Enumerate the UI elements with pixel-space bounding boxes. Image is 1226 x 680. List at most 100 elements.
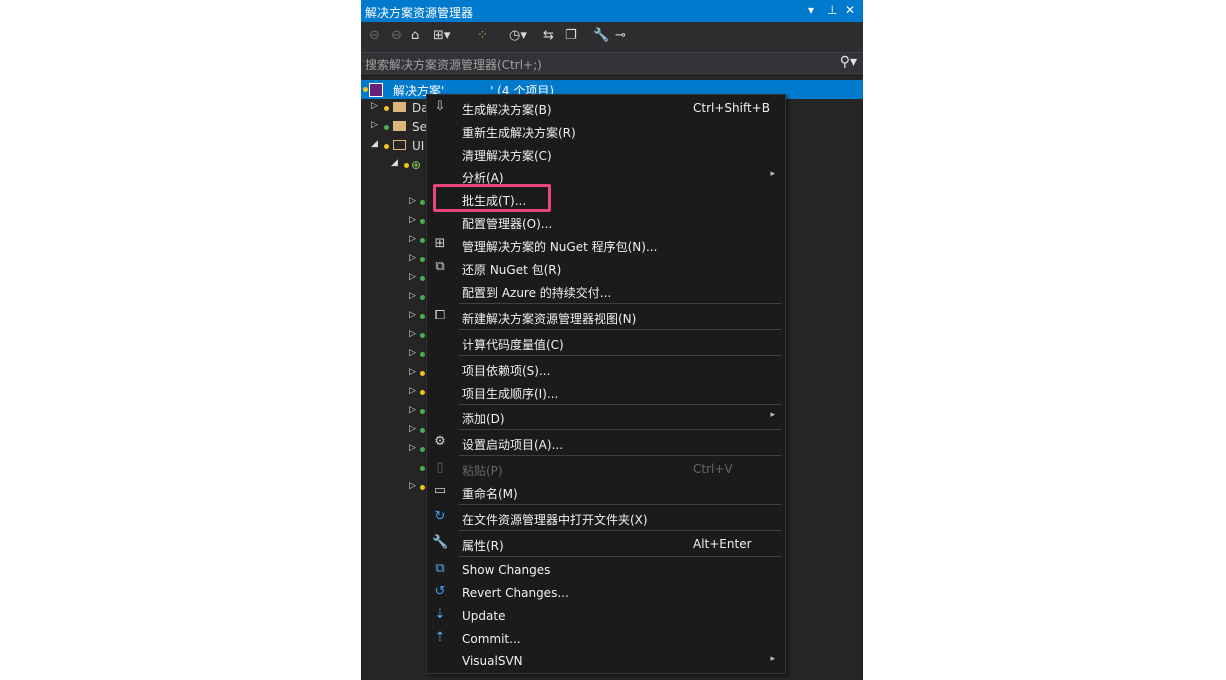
menu-item-label: Show Changes [462, 563, 551, 577]
menu-item-shortcut: Ctrl+V [693, 462, 733, 476]
dropdown-icon[interactable]: ▾ [808, 3, 814, 17]
expand-arrow-icon[interactable]: ▷ [409, 215, 416, 225]
expand-arrow-icon[interactable]: ▷ [409, 291, 416, 301]
new-view-icon: ⧠ [434, 308, 446, 323]
menu-item-project-build-order[interactable]: 项目生成顺序(I)... [427, 380, 785, 403]
menu-item-configuration-manager[interactable]: 配置管理器(O)... [427, 210, 785, 233]
submenu-arrow-icon: ▸ [770, 410, 775, 420]
menu-item-set-startup-projects[interactable]: ⚙ 设置启动项目(A)... [427, 431, 785, 454]
menu-item-properties[interactable]: 🔧 属性(R) Alt+Enter [427, 532, 785, 555]
menu-item-rebuild-solution[interactable]: 重新生成解决方案(R) [427, 119, 785, 142]
home-icon[interactable]: ⌂ [411, 28, 419, 43]
expand-arrow-icon[interactable]: ▷ [409, 234, 416, 244]
forward-icon[interactable]: ⊖ [391, 28, 402, 43]
history-icon[interactable]: ◷▾ [509, 28, 527, 43]
expand-arrow-icon[interactable]: ▷ [409, 310, 416, 320]
menu-item-label: 属性(R) [462, 539, 504, 553]
switch-views-icon[interactable]: ⊞▾ [433, 28, 450, 43]
menu-item-visualsvn[interactable]: VisualSVN ▸ [427, 649, 785, 672]
status-dot [363, 87, 368, 92]
menu-item-clean-solution[interactable]: 清理解决方案(C) [427, 142, 785, 165]
expand-arrow-icon[interactable]: ▷ [371, 120, 378, 130]
sync-icon[interactable]: ⇆ [543, 28, 554, 43]
menu-item-label: 生成解决方案(B) [462, 103, 552, 117]
menu-separator [459, 556, 781, 557]
search-input[interactable]: 搜索解决方案资源管理器(Ctrl+;) [365, 56, 542, 73]
submenu-arrow-icon: ▸ [770, 654, 775, 664]
menu-item-rename[interactable]: ▭ 重命名(M) [427, 480, 785, 503]
menu-item-label: VisualSVN [462, 654, 523, 668]
menu-item-paste[interactable]: ▯ 粘贴(P) Ctrl+V [427, 457, 785, 480]
back-icon[interactable]: ⊖ [369, 28, 380, 43]
expand-arrow-icon[interactable]: ▷ [409, 424, 416, 434]
expand-arrow-icon[interactable]: ▷ [409, 272, 416, 282]
menu-item-label: Commit... [462, 632, 521, 646]
menu-item-open-in-file-explorer[interactable]: ↻ 在文件资源管理器中打开文件夹(X) [427, 506, 785, 529]
status-dot [384, 125, 389, 130]
context-menu: ⇩ 生成解决方案(B) Ctrl+Shift+B 重新生成解决方案(R) 清理解… [426, 94, 786, 674]
folder-icon [393, 121, 406, 131]
menu-separator [459, 504, 781, 505]
menu-item-commit[interactable]: ⇡ Commit... [427, 627, 785, 650]
solution-explorer-toolbar: ⊖ ⊖ ⌂ ⊞▾ ⁘ ◷▾ ⇆ ❐ 🔧 ⊸ [361, 22, 863, 52]
tree-item-web-project[interactable]: ◢ ⊕ [391, 156, 431, 175]
status-dot [420, 428, 425, 433]
close-icon[interactable]: ✕ [845, 3, 855, 17]
pin-panel-icon[interactable]: ⊥ [827, 3, 837, 17]
pending-changes-filter-icon[interactable]: ⁘ [477, 28, 488, 43]
menu-item-label: 清理解决方案(C) [462, 149, 552, 163]
menu-separator [459, 355, 781, 356]
highlight-box [433, 184, 551, 212]
collapse-all-icon[interactable]: ❐ [565, 28, 577, 43]
tree-item-project[interactable]: ◢ UI [371, 137, 431, 156]
expand-arrow-icon[interactable]: ▷ [409, 196, 416, 206]
collapse-arrow-icon[interactable]: ◢ [391, 158, 398, 168]
open-folder-icon [393, 140, 406, 150]
search-box[interactable]: 搜索解决方案资源管理器(Ctrl+;) ⚲▾ [361, 52, 863, 74]
menu-item-manage-nuget[interactable]: ⊞ 管理解决方案的 NuGet 程序包(N)... [427, 233, 785, 256]
show-changes-icon: ⧉ [435, 561, 445, 576]
menu-item-revert-changes[interactable]: ↺ Revert Changes... [427, 581, 785, 604]
wrench-icon: 🔧 [432, 535, 449, 550]
rename-icon: ▭ [433, 483, 447, 498]
menu-item-show-changes[interactable]: ⧉ Show Changes [427, 558, 785, 581]
menu-item-build-solution[interactable]: ⇩ 生成解决方案(B) Ctrl+Shift+B [427, 96, 785, 119]
status-dot [420, 295, 425, 300]
menu-item-new-explorer-view[interactable]: ⧠ 新建解决方案资源管理器视图(N) [427, 305, 785, 328]
menu-item-restore-nuget[interactable]: ⧉ 还原 NuGet 包(R) [427, 256, 785, 279]
tree-item-project[interactable]: ▷ Se [371, 118, 431, 137]
menu-item-azure-delivery[interactable]: 配置到 Azure 的持续交付... [427, 279, 785, 302]
menu-separator [459, 530, 781, 531]
pin-icon[interactable]: ⊸ [615, 28, 626, 43]
expand-arrow-icon[interactable]: ▷ [409, 443, 416, 453]
menu-item-code-metrics[interactable]: 计算代码度量值(C) [427, 331, 785, 354]
status-dot [384, 106, 389, 111]
menu-item-label: 在文件资源管理器中打开文件夹(X) [462, 513, 648, 527]
status-dot [420, 257, 425, 262]
search-icon[interactable]: ⚲▾ [840, 54, 857, 70]
expand-arrow-icon[interactable]: ▷ [409, 405, 416, 415]
expand-arrow-icon[interactable]: ▷ [409, 481, 416, 491]
tree-item-project[interactable]: ▷ Da [371, 99, 431, 118]
menu-item-update[interactable]: ⇣ Update [427, 604, 785, 627]
menu-item-label: Revert Changes... [462, 586, 569, 600]
expand-arrow-icon[interactable]: ▷ [409, 348, 416, 358]
expand-arrow-icon[interactable]: ▷ [409, 386, 416, 396]
menu-item-label: 管理解决方案的 NuGet 程序包(N)... [462, 240, 658, 254]
properties-icon[interactable]: 🔧 [593, 28, 609, 43]
menu-separator [459, 303, 781, 304]
menu-item-label: 设置启动项目(A)... [462, 438, 564, 452]
expand-arrow-icon[interactable]: ▷ [409, 253, 416, 263]
status-dot [420, 390, 425, 395]
menu-separator [459, 429, 781, 430]
build-icon: ⇩ [434, 99, 446, 114]
expand-arrow-icon[interactable]: ▷ [371, 101, 378, 111]
collapse-arrow-icon[interactable]: ◢ [371, 139, 378, 149]
panel-title: 解决方案资源管理器 [365, 6, 474, 20]
status-dot [420, 466, 425, 471]
expand-arrow-icon[interactable]: ▷ [409, 367, 416, 377]
expand-arrow-icon[interactable]: ▷ [409, 329, 416, 339]
menu-item-add[interactable]: 添加(D) ▸ [427, 405, 785, 428]
menu-item-shortcut: Alt+Enter [693, 537, 752, 551]
menu-item-project-dependencies[interactable]: 项目依赖项(S)... [427, 357, 785, 380]
